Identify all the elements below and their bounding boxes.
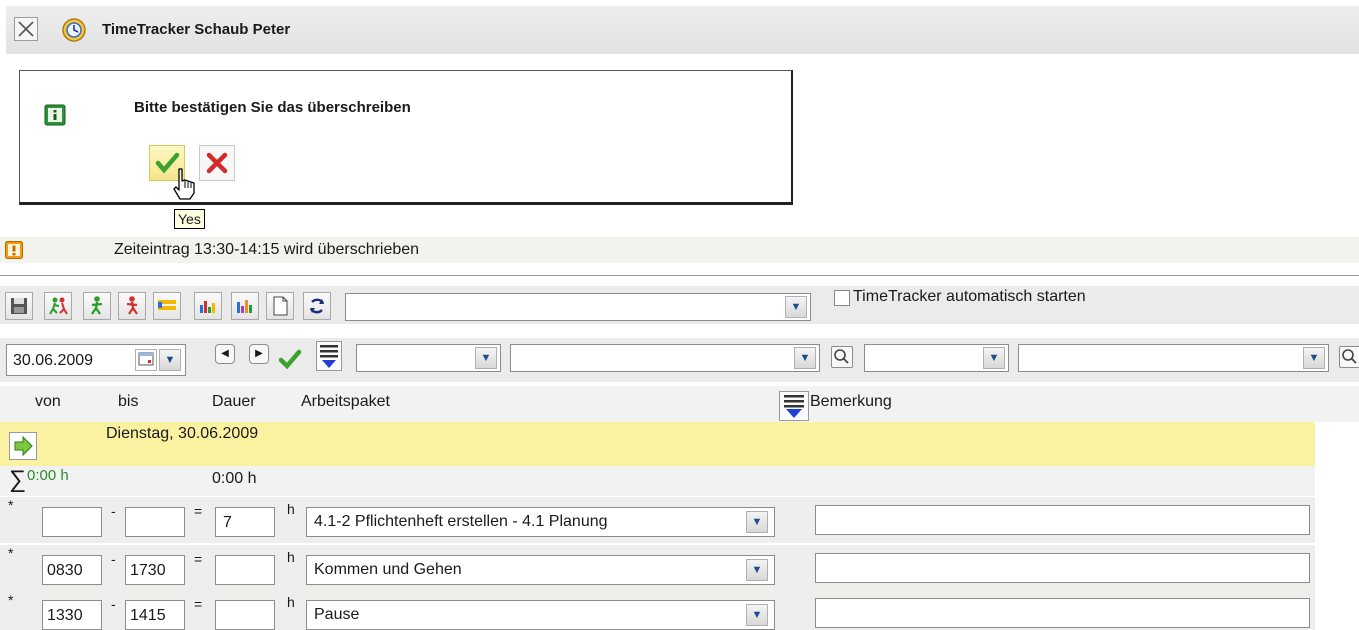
von-input[interactable]: 1330 <box>42 600 102 630</box>
unit-label: h <box>287 549 295 565</box>
document-icon[interactable] <box>266 292 294 320</box>
arbeitspaket-select[interactable]: Pause ▼ <box>306 600 775 630</box>
sigma-icon: ∑ <box>9 466 27 493</box>
chevron-down-icon[interactable]: ▼ <box>746 559 768 581</box>
no-button[interactable] <box>199 145 235 181</box>
window-title: TimeTracker Schaub Peter <box>102 21 291 38</box>
filter-down-icon[interactable] <box>316 341 342 371</box>
dialog-message: Bitte bestätigen Sie das überschreiben <box>134 99 411 116</box>
title-bar: TimeTracker Schaub Peter <box>6 6 1359 54</box>
day-row: Dienstag, 30.06.2009 <box>0 422 1315 466</box>
date-value: 30.06.2009 <box>13 352 94 369</box>
filter-select-4[interactable]: ▼ <box>1018 344 1329 372</box>
chevron-down-icon[interactable]: ▼ <box>785 296 807 318</box>
header-von: von <box>35 393 61 410</box>
chevron-down-icon[interactable]: ▼ <box>475 347 497 369</box>
bemerkung-input[interactable] <box>815 598 1310 628</box>
entry-row: * - = 7 h 4.1-2 Pflichtenheft erstellen … <box>0 497 1315 543</box>
row-marker: * <box>8 497 14 513</box>
chevron-down-icon[interactable]: ▼ <box>1303 347 1325 369</box>
filter-select-2[interactable]: ▼ <box>510 344 820 372</box>
bis-input[interactable]: 1730 <box>125 555 185 585</box>
sort-down-icon[interactable] <box>779 391 809 421</box>
save-icon[interactable] <box>5 292 33 320</box>
info-icon <box>44 104 66 126</box>
row-marker: * <box>8 545 14 561</box>
apply-check-icon[interactable] <box>275 344 305 374</box>
timeline-icon[interactable] <box>153 292 181 320</box>
search-icon[interactable] <box>1339 346 1359 368</box>
header-bemerkung: Bemerkung <box>810 393 892 410</box>
filter-row: 30.06.2009 ▼ ◀ ▶ ▼ ▼ ▼ ▼ <box>0 338 1359 382</box>
confirm-dialog: Bitte bestätigen Sie das überschreiben <box>19 70 793 205</box>
dash-separator: - <box>111 551 116 567</box>
toolbar: ▼ TimeTracker automatisch starten <box>0 286 1359 324</box>
von-input[interactable]: 0830 <box>42 555 102 585</box>
arbeitspaket-value: Pause <box>314 606 360 623</box>
red-x-icon <box>206 152 228 174</box>
sum-row: ∑ 0:00 h 0:00 h <box>0 466 1315 496</box>
kommen-gehen-icon[interactable] <box>44 292 72 320</box>
von-input[interactable] <box>42 507 102 537</box>
arrow-right-icon[interactable] <box>9 432 37 460</box>
equals-separator: = <box>194 596 203 612</box>
warning-icon <box>5 241 23 259</box>
dauer-input[interactable] <box>215 600 275 630</box>
divider <box>0 275 1359 276</box>
header-bis: bis <box>118 393 139 410</box>
dauer-input[interactable]: 7 <box>215 507 275 537</box>
day-label: Dienstag, 30.06.2009 <box>106 425 259 442</box>
warning-text: Zeiteintrag 13:30-14:15 wird überschrieb… <box>114 241 420 258</box>
warning-row: Zeiteintrag 13:30-14:15 wird überschrieb… <box>0 237 1359 263</box>
bemerkung-input[interactable] <box>815 505 1310 535</box>
unit-label: h <box>287 501 295 517</box>
arbeitspaket-value: Kommen und Gehen <box>314 561 462 578</box>
entry-row: * 0830 - 1730 = h Kommen und Gehen ▼ <box>0 545 1315 591</box>
refresh-icon[interactable] <box>303 292 331 320</box>
chart-color-icon[interactable] <box>231 292 259 320</box>
main-select[interactable]: ▼ <box>345 293 811 321</box>
header-dauer: Dauer <box>212 393 256 410</box>
app-clock-icon <box>61 17 87 43</box>
entry-row: * 1330 - 1415 = h Pause ▼ <box>0 590 1315 630</box>
header-arbeitspaket: Arbeitspaket <box>301 393 390 410</box>
close-icon[interactable] <box>14 17 38 41</box>
equals-separator: = <box>194 551 203 567</box>
prev-day-icon[interactable]: ◀ <box>215 344 235 364</box>
arbeitspaket-select[interactable]: Kommen und Gehen ▼ <box>306 555 775 585</box>
sum-dauer: 0:00 h <box>212 470 257 487</box>
unit-label: h <box>287 594 295 610</box>
equals-separator: = <box>194 503 203 519</box>
tooltip: Yes <box>174 209 205 229</box>
hand-cursor-icon <box>171 167 201 201</box>
autostart-label: TimeTracker automatisch starten <box>853 288 1086 305</box>
column-header: von bis Dauer Arbeitspaket Bemerkung <box>0 386 1359 422</box>
bis-input[interactable]: 1415 <box>125 600 185 630</box>
bemerkung-input[interactable] <box>815 553 1310 583</box>
date-input[interactable]: 30.06.2009 ▼ <box>6 344 186 376</box>
filter-select-3[interactable]: ▼ <box>864 344 1009 372</box>
chevron-down-icon[interactable]: ▼ <box>983 347 1005 369</box>
row-marker: * <box>8 592 14 608</box>
calendar-icon[interactable] <box>135 349 157 371</box>
arrive-icon[interactable] <box>83 292 111 320</box>
arbeitspaket-value: 4.1-2 Pflichtenheft erstellen - 4.1 Plan… <box>314 513 608 530</box>
search-icon[interactable] <box>831 346 853 368</box>
chevron-down-icon[interactable]: ▼ <box>746 511 768 533</box>
sum-total: 0:00 h <box>27 467 69 484</box>
filter-select-1[interactable]: ▼ <box>356 344 501 372</box>
next-day-icon[interactable]: ▶ <box>249 344 269 364</box>
bis-input[interactable] <box>125 507 185 537</box>
chevron-down-icon[interactable]: ▼ <box>746 604 768 626</box>
date-chevron-icon[interactable]: ▼ <box>159 349 181 371</box>
dauer-input[interactable] <box>215 555 275 585</box>
arbeitspaket-select[interactable]: 4.1-2 Pflichtenheft erstellen - 4.1 Plan… <box>306 507 775 537</box>
dash-separator: - <box>111 503 116 519</box>
chevron-down-icon[interactable]: ▼ <box>794 347 816 369</box>
dash-separator: - <box>111 596 116 612</box>
autostart-checkbox[interactable] <box>834 290 850 306</box>
chart-icon[interactable] <box>194 292 222 320</box>
leave-icon[interactable] <box>118 292 146 320</box>
